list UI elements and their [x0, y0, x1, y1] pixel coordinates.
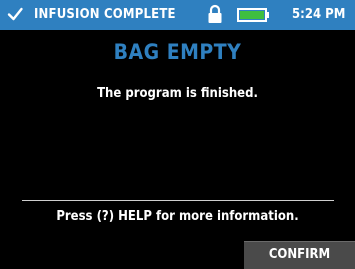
battery-level: [240, 11, 264, 19]
help-hint: Press (?) HELP for more information.: [56, 209, 299, 224]
battery-icon: [237, 8, 269, 22]
status-title: INFUSION COMPLETE: [34, 7, 176, 22]
checkmark-icon: [7, 7, 23, 21]
status-time: 5:24 PM: [292, 7, 346, 22]
status-message: The program is finished.: [97, 86, 258, 101]
divider: [22, 200, 334, 201]
lock-icon: [208, 4, 222, 23]
page-title: BAG EMPTY: [113, 40, 242, 64]
confirm-button[interactable]: CONFIRM: [244, 241, 355, 269]
status-bar: INFUSION COMPLETE 5:24 PM: [0, 0, 355, 30]
